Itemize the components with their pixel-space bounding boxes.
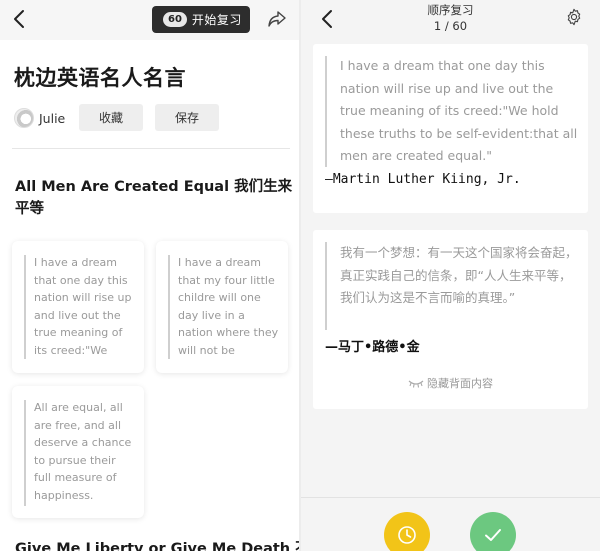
author-row[interactable]: Julie bbox=[14, 105, 65, 131]
quote-card[interactable]: I have a dream that one day this nation … bbox=[12, 241, 144, 373]
card-back[interactable]: 我有一个梦想：有一天这个国家将会奋起，真正实践自己的信条，即“人人生来平等，我们… bbox=[313, 230, 588, 409]
card-front[interactable]: I have a dream that one day this nation … bbox=[313, 44, 588, 213]
quote-bar bbox=[24, 255, 26, 359]
quote-text: All are equal, all are free, and all des… bbox=[34, 401, 132, 502]
check-icon bbox=[485, 529, 501, 541]
section-title: Give Me Liberty or Give Me Death 不 bbox=[15, 541, 300, 551]
back-quote-text: 我有一个梦想：有一天这个国家将会奋起，真正实践自己的信条，即“人人生来平等，我们… bbox=[340, 245, 578, 305]
front-author: —Martin Luther Kiing, Jr. bbox=[325, 172, 521, 187]
avatar[interactable] bbox=[14, 108, 34, 128]
clock-icon bbox=[398, 526, 416, 544]
quote-bar bbox=[168, 255, 170, 359]
section-title: All Men Are Created Equal 我们生来平等 bbox=[15, 179, 293, 217]
share-icon[interactable] bbox=[267, 9, 287, 29]
quote-text: I have a dream that one day this nation … bbox=[34, 256, 132, 357]
back-arrow-icon[interactable] bbox=[10, 8, 30, 30]
user-name[interactable]: Julie bbox=[39, 111, 65, 126]
review-count-badge: 60 bbox=[163, 12, 187, 27]
review-counter: 1 / 60 bbox=[433, 19, 468, 33]
hide-back-label: 隐藏背面内容 bbox=[427, 377, 493, 390]
quote-card[interactable]: I have a dream that my four little child… bbox=[156, 241, 288, 373]
closed-eye-icon bbox=[408, 380, 424, 388]
quote-card[interactable]: All are equal, all are free, and all des… bbox=[12, 386, 144, 518]
quote-bar bbox=[325, 242, 327, 330]
front-quote-text: I have a dream that one day this nation … bbox=[340, 58, 578, 163]
divider bbox=[12, 148, 290, 149]
deck-title: 枕边英语名人名言 bbox=[14, 66, 186, 90]
quote-text: I have a dream that my four little child… bbox=[178, 256, 279, 357]
gear-icon[interactable] bbox=[565, 8, 583, 26]
favorite-button[interactable]: 收藏 bbox=[79, 104, 143, 131]
quote-bar bbox=[325, 56, 327, 167]
hide-back-toggle[interactable]: 隐藏背面内容 bbox=[313, 375, 588, 391]
deck-detail-panel: 60 开始复习 枕边英语名人名言 Julie 收藏 保存 All Men Are… bbox=[0, 0, 300, 551]
save-button[interactable]: 保存 bbox=[155, 104, 219, 131]
start-review-label: 开始复习 bbox=[191, 13, 242, 27]
start-review-button[interactable]: 60 开始复习 bbox=[152, 6, 250, 33]
top-bar: 60 开始复习 bbox=[0, 0, 300, 40]
bottom-divider bbox=[301, 497, 600, 498]
review-panel: 顺序复习 1 / 60 I have a dream that one day … bbox=[301, 0, 600, 551]
back-author: —马丁•路德•金 bbox=[325, 340, 420, 355]
review-later-button[interactable] bbox=[384, 512, 430, 551]
mark-known-button[interactable] bbox=[470, 512, 516, 551]
quote-bar bbox=[24, 400, 26, 506]
review-mode-title: 顺序复习 bbox=[427, 3, 474, 17]
